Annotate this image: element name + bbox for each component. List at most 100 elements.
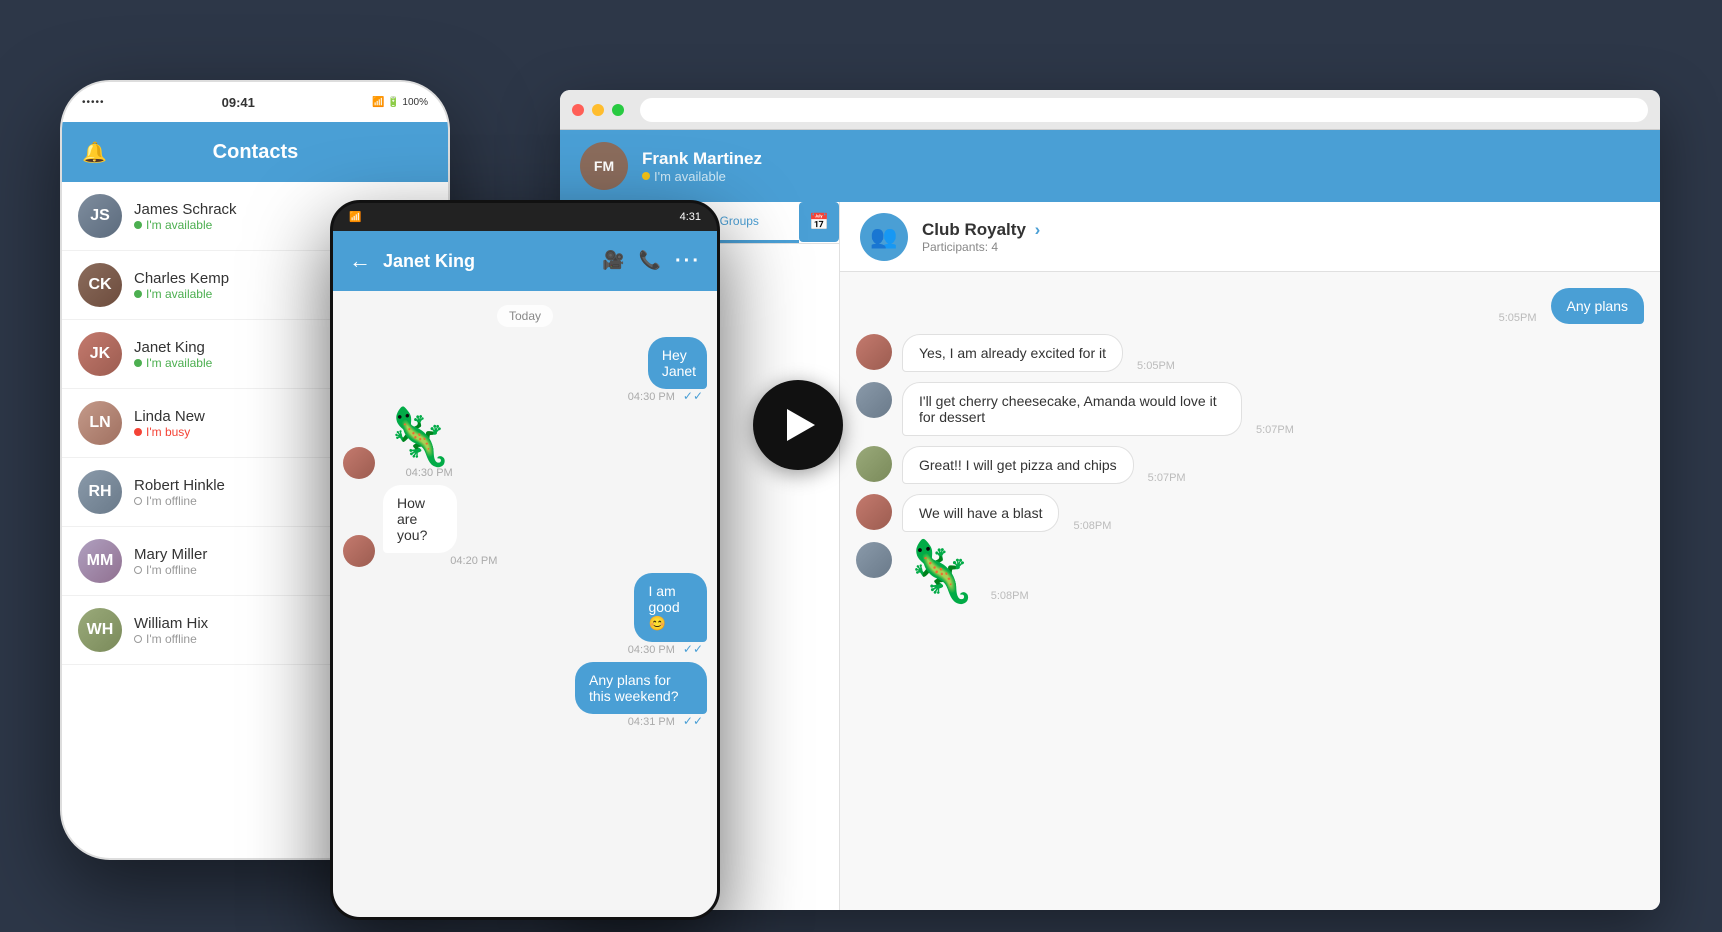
recv-chat-bubble-4: We will have a blast (902, 494, 1059, 532)
minimize-window-button[interactable] (592, 104, 604, 116)
contact-name-robert: Robert Hinkle (134, 477, 225, 494)
current-user-info: Frank Martinez I'm available (642, 149, 1640, 184)
contact-status-james: I'm available (134, 218, 237, 232)
recv-chat-bubble-1: Yes, I am already excited for it (902, 334, 1123, 372)
url-bar[interactable] (640, 98, 1648, 122)
contact-status-linda: I'm busy (134, 425, 205, 439)
group-chat-sticker: 🦎 (902, 542, 977, 602)
contact-info-robert: Robert Hinkle I'm offline (134, 477, 225, 508)
current-user-name: Frank Martinez (642, 149, 1640, 169)
group-icon: 👥 (870, 224, 897, 250)
msg-time-recv-4: 5:08PM (1073, 520, 1111, 532)
voice-call-icon[interactable]: 📞 (639, 250, 661, 273)
contact-name-janet: Janet King (134, 339, 212, 356)
received-bubble-1: How are you? (383, 485, 457, 553)
chat-area: 👥 Club Royalty › Participants: 4 5:05 (840, 202, 1660, 910)
browser-window: FM Frank Martinez I'm available Chats Gr… (560, 90, 1660, 910)
calendar-icon-button[interactable]: 📅 (799, 202, 839, 242)
avatar-william: WH (78, 608, 122, 652)
participants-count: Participants: 4 (922, 240, 1040, 254)
contact-status-william: I'm offline (134, 632, 208, 646)
check-mark-icon: ✓✓ (683, 389, 703, 403)
msg-time-sent-1: 5:05PM (1499, 312, 1537, 324)
status-dot-robert (134, 497, 142, 505)
avatar-robert: RH (78, 470, 122, 514)
check-mark-icon-3: ✓✓ (683, 714, 703, 728)
group-chat-header: 👥 Club Royalty › Participants: 4 (840, 202, 1660, 272)
maximize-window-button[interactable] (612, 104, 624, 116)
msg-time-3: 04:31 PM (628, 716, 679, 728)
play-triangle-icon (787, 409, 815, 441)
sent-bubble-1: Hey Janet (648, 337, 707, 389)
msg-time-1: 04:30 PM (628, 391, 679, 403)
message-row-sent-3: Any plans for this weekend? (504, 662, 707, 714)
android-time: 4:31 (680, 211, 701, 223)
msg-time-recv-3: 5:07PM (1148, 472, 1186, 484)
sent-chat-bubble-1: Any plans (1551, 288, 1644, 324)
status-dot-linda (134, 428, 142, 436)
iphone-header: 🔔 Contacts (62, 122, 448, 182)
close-window-button[interactable] (572, 104, 584, 116)
msg-time-recv-1: 04:20 PM (383, 555, 497, 567)
more-options-icon[interactable]: ··· (675, 250, 701, 273)
android-chat-header: ← Janet King 🎥 📞 ··· (333, 231, 717, 291)
sticker-received: 🦎 (383, 409, 453, 465)
notification-bell-icon[interactable]: 🔔 (82, 140, 107, 165)
message-row-received-1: How are you? 04:20 PM (343, 485, 707, 567)
contact-status-robert: I'm offline (134, 494, 225, 508)
video-call-icon[interactable]: 🎥 (602, 250, 624, 273)
contact-name-mary: Mary Miller (134, 546, 207, 563)
group-msg-recv-1: Yes, I am already excited for it 5:05PM (856, 334, 1644, 372)
contact-info-linda: Linda New I'm busy (134, 408, 205, 439)
message-row-sent-1: Hey Janet (616, 337, 707, 389)
group-info: Club Royalty › Participants: 4 (922, 220, 1040, 254)
group-avatar-recv-3 (856, 446, 892, 482)
contact-info-mary: Mary Miller I'm offline (134, 546, 207, 577)
contact-name-william: William Hix (134, 615, 208, 632)
avatar-janet-android-2 (343, 535, 375, 567)
avatar-mary: MM (78, 539, 122, 583)
message-row-sticker-received: 🦎 04:30 PM (343, 409, 707, 479)
iphone-status-bar: ••••• 09:41 📶 🔋 100% (62, 82, 448, 122)
android-messages-area: Today Hey Janet 04:30 PM ✓✓ 🦎 04:30 PM H… (333, 291, 717, 917)
sent-bubble-2: I am good 😊 (634, 573, 707, 642)
messaging-app: FM Frank Martinez I'm available Chats Gr… (560, 130, 1660, 910)
status-dot-charles (134, 290, 142, 298)
contact-info-william: William Hix I'm offline (134, 615, 208, 646)
message-row-sent-2: I am good 😊 (595, 573, 707, 642)
group-avatar-sticker (856, 542, 892, 578)
iphone-signal: ••••• (82, 97, 105, 108)
app-header: FM Frank Martinez I'm available (560, 130, 1660, 202)
android-device: 📶 4:31 ← Janet King 🎥 📞 ··· Today Hey Ja… (330, 200, 720, 920)
status-dot-james (134, 221, 142, 229)
back-arrow-icon[interactable]: ← (349, 248, 371, 274)
contact-name-linda: Linda New (134, 408, 205, 425)
avatar-janet: JK (78, 332, 122, 376)
play-video-button[interactable] (753, 380, 843, 470)
iphone-battery: 📶 🔋 100% (372, 97, 428, 108)
current-user-status: I'm available (642, 169, 1640, 184)
android-signal-icons: 📶 (349, 212, 361, 223)
group-msg-recv-2: I'll get cherry cheesecake, Amanda would… (856, 382, 1644, 436)
group-msg-recv-3: Great!! I will get pizza and chips 5:07P… (856, 446, 1644, 484)
group-msg-sticker: 🦎 5:08PM (856, 542, 1644, 602)
contact-status-mary: I'm offline (134, 563, 207, 577)
avatar-charles: CK (78, 263, 122, 307)
group-avatar-recv-2 (856, 382, 892, 418)
group-msg-recv-4: We will have a blast 5:08PM (856, 494, 1644, 532)
app-body: Chats Groups 📅 🔒 👥 (560, 202, 1660, 910)
group-msg-sent-1: 5:05PM Any plans (856, 288, 1644, 324)
date-separator: Today (497, 305, 553, 327)
android-header-icons: 🎥 📞 ··· (602, 250, 701, 273)
sticker-time-group: 5:08PM (991, 590, 1029, 602)
group-avatar-recv-4 (856, 494, 892, 530)
status-dot-william (134, 635, 142, 643)
current-user-avatar: FM (580, 142, 628, 190)
contact-status-janet: I'm available (134, 356, 212, 370)
group-chevron-icon: › (1035, 220, 1041, 239)
calendar-icon: 📅 (809, 212, 829, 232)
avatar-janet-android (343, 447, 375, 479)
check-mark-icon-2: ✓✓ (683, 642, 703, 656)
android-status-bar: 📶 4:31 (333, 203, 717, 231)
group-avatar: 👥 (860, 213, 908, 261)
